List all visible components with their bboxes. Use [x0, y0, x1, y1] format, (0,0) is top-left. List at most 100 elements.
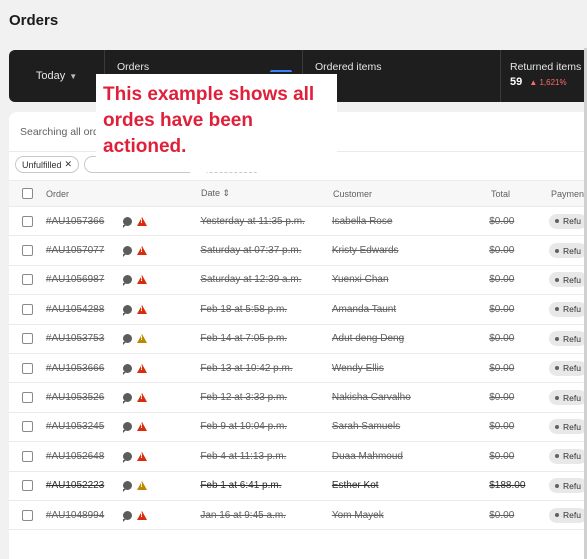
order-number[interactable]: #AU1053753	[46, 333, 123, 344]
order-number[interactable]: #AU1057366	[46, 216, 123, 227]
customer-name: Nakisha Carvalho	[331, 392, 411, 404]
sort-icon[interactable]: ⇕	[223, 188, 231, 198]
row-checkbox[interactable]	[9, 333, 46, 345]
warning-icon	[136, 304, 147, 314]
order-number[interactable]: #AU1053666	[46, 363, 123, 374]
checkbox[interactable]	[22, 362, 33, 374]
order-date: Feb 9 at 10:04 p.m.	[200, 421, 288, 433]
row-checkbox[interactable]	[9, 215, 46, 227]
order-number[interactable]: #AU1053245	[46, 421, 123, 432]
payment-status: Refu	[549, 419, 587, 435]
table-row[interactable]: #AU1053753 Feb 14 at 7:05 p.m. Adut deng D…	[9, 325, 587, 354]
order-number[interactable]: #AU1053526	[46, 392, 123, 403]
order-number[interactable]: #AU1054288	[46, 304, 123, 315]
payment-status: Refu	[549, 478, 587, 494]
table-row[interactable]: #AU1053526 Feb 12 at 3:33 p.m. Nakisha Car…	[9, 383, 587, 413]
warning-icon	[136, 481, 147, 491]
stat-returned-items-value: 59 ▲ 1,621%	[510, 76, 587, 88]
checkbox[interactable]	[22, 245, 33, 257]
date-range-selector[interactable]: Today ▼	[9, 50, 105, 102]
status-badge-label: Refu	[563, 510, 581, 521]
checkbox[interactable]	[22, 509, 33, 521]
warning-icon	[136, 393, 147, 403]
order-date: Saturday at 07:37 p.m.	[200, 245, 302, 257]
order-total: $0.00	[489, 274, 515, 286]
table-row[interactable]: #AU1056987 Saturday at 12:39 a.m. Yuenxi C…	[9, 266, 587, 296]
col-payment[interactable]: Paymen	[551, 189, 587, 199]
status-dot-icon	[555, 513, 560, 518]
order-icons	[122, 334, 201, 346]
payment-status: Refu	[549, 243, 587, 259]
warning-icon	[136, 246, 147, 256]
table-row[interactable]: #AU1048994 Jan 16 at 9:45 a.m. Yom Mayek $0…	[9, 501, 587, 531]
comment-icon	[122, 422, 132, 434]
order-number[interactable]: #AU1052648	[46, 451, 123, 462]
checkbox[interactable]	[22, 480, 33, 492]
customer-name: Esther Kot	[331, 480, 379, 492]
table-row[interactable]: #AU1054288 Feb 18 at 5:58 p.m. Amanda Taun…	[9, 295, 587, 325]
order-date: Yesterday at 11:35 p.m.	[200, 215, 305, 227]
warning-icon	[136, 334, 147, 344]
col-date-label: Date	[201, 188, 221, 198]
order-total: $0.00	[489, 421, 515, 433]
table-row[interactable]: #AU1053245 Feb 9 at 10:04 p.m. Sarah Samue…	[9, 413, 587, 443]
comment-icon	[122, 481, 132, 493]
col-customer[interactable]: Customer	[333, 189, 491, 199]
row-checkbox[interactable]	[9, 421, 46, 433]
order-number[interactable]: #AU1056987	[46, 274, 123, 285]
order-date: Feb 13 at 10:42 p.m.	[200, 362, 293, 374]
table-row[interactable]: #AU1052223 Feb 1 at 6:41 p.m. Esther Kot $1…	[9, 472, 587, 501]
order-total: $0.00	[489, 245, 515, 257]
table-row[interactable]: #AU1053666 Feb 13 at 10:42 p.m. Wendy Elli…	[9, 354, 587, 384]
row-checkbox[interactable]	[9, 480, 46, 492]
comment-icon	[122, 216, 132, 228]
status-dot-icon	[555, 454, 560, 459]
row-checkbox[interactable]	[9, 362, 46, 374]
checkbox[interactable]	[22, 333, 33, 345]
col-total[interactable]: Total	[491, 189, 551, 199]
checkbox[interactable]	[22, 450, 33, 462]
order-number[interactable]: #AU1052223	[46, 480, 123, 491]
col-order[interactable]: Order	[46, 189, 123, 199]
order-icons	[122, 363, 201, 375]
filter-chip-unfulfilled[interactable]: Unfulfilled ✕	[15, 156, 80, 173]
order-total: $0.00	[489, 303, 515, 315]
row-checkbox[interactable]	[9, 274, 46, 286]
row-checkbox[interactable]	[9, 392, 46, 404]
row-checkbox[interactable]	[9, 245, 46, 257]
row-checkbox[interactable]	[9, 450, 46, 462]
order-date: Feb 14 at 7:05 p.m.	[200, 333, 288, 345]
status-badge-label: Refu	[563, 392, 581, 403]
col-date[interactable]: Date ⇕	[201, 188, 333, 199]
order-number[interactable]: #AU1057077	[46, 245, 123, 256]
comment-icon	[122, 363, 132, 375]
close-icon[interactable]: ✕	[65, 159, 73, 170]
select-all-checkbox[interactable]	[9, 188, 46, 199]
order-date: Feb 12 at 3:33 p.m.	[200, 392, 288, 404]
stat-returned-items[interactable]: Returned items 59 ▲ 1,621%	[501, 50, 587, 102]
checkbox[interactable]	[22, 188, 33, 199]
stat-ordered-items-label: Ordered items	[315, 61, 382, 73]
status-badge-label: Refu	[563, 216, 581, 227]
payment-status: Refu	[549, 507, 587, 523]
table-row[interactable]: #AU1052648 Feb 4 at 11:13 p.m. Duaa Mahmou…	[9, 442, 587, 472]
table-row[interactable]: #AU1057077 Saturday at 07:37 p.m. Kristy E…	[9, 236, 587, 266]
order-number[interactable]: #AU1048994	[46, 510, 123, 521]
row-checkbox[interactable]	[9, 509, 46, 521]
table-row[interactable]: #AU1057366 Yesterday at 11:35 p.m. Isabell…	[9, 207, 587, 237]
date-range-label: Today	[35, 70, 66, 82]
checkbox[interactable]	[22, 421, 33, 433]
customer-name: Sarah Samuels	[331, 421, 401, 433]
order-total: $0.00	[489, 509, 515, 521]
checkbox[interactable]	[22, 215, 33, 227]
status-badge-label: Refu	[563, 451, 581, 462]
row-checkbox[interactable]	[9, 303, 46, 315]
checkbox[interactable]	[22, 392, 33, 404]
returned-items-change: ▲ 1,621%	[529, 78, 566, 87]
status-dot-icon	[555, 277, 560, 282]
checkbox[interactable]	[22, 274, 33, 286]
status-dot-icon	[555, 483, 560, 488]
order-date: Feb 1 at 6:41 p.m.	[200, 480, 282, 492]
status-badge-label: Refu	[563, 245, 581, 256]
checkbox[interactable]	[22, 303, 33, 315]
